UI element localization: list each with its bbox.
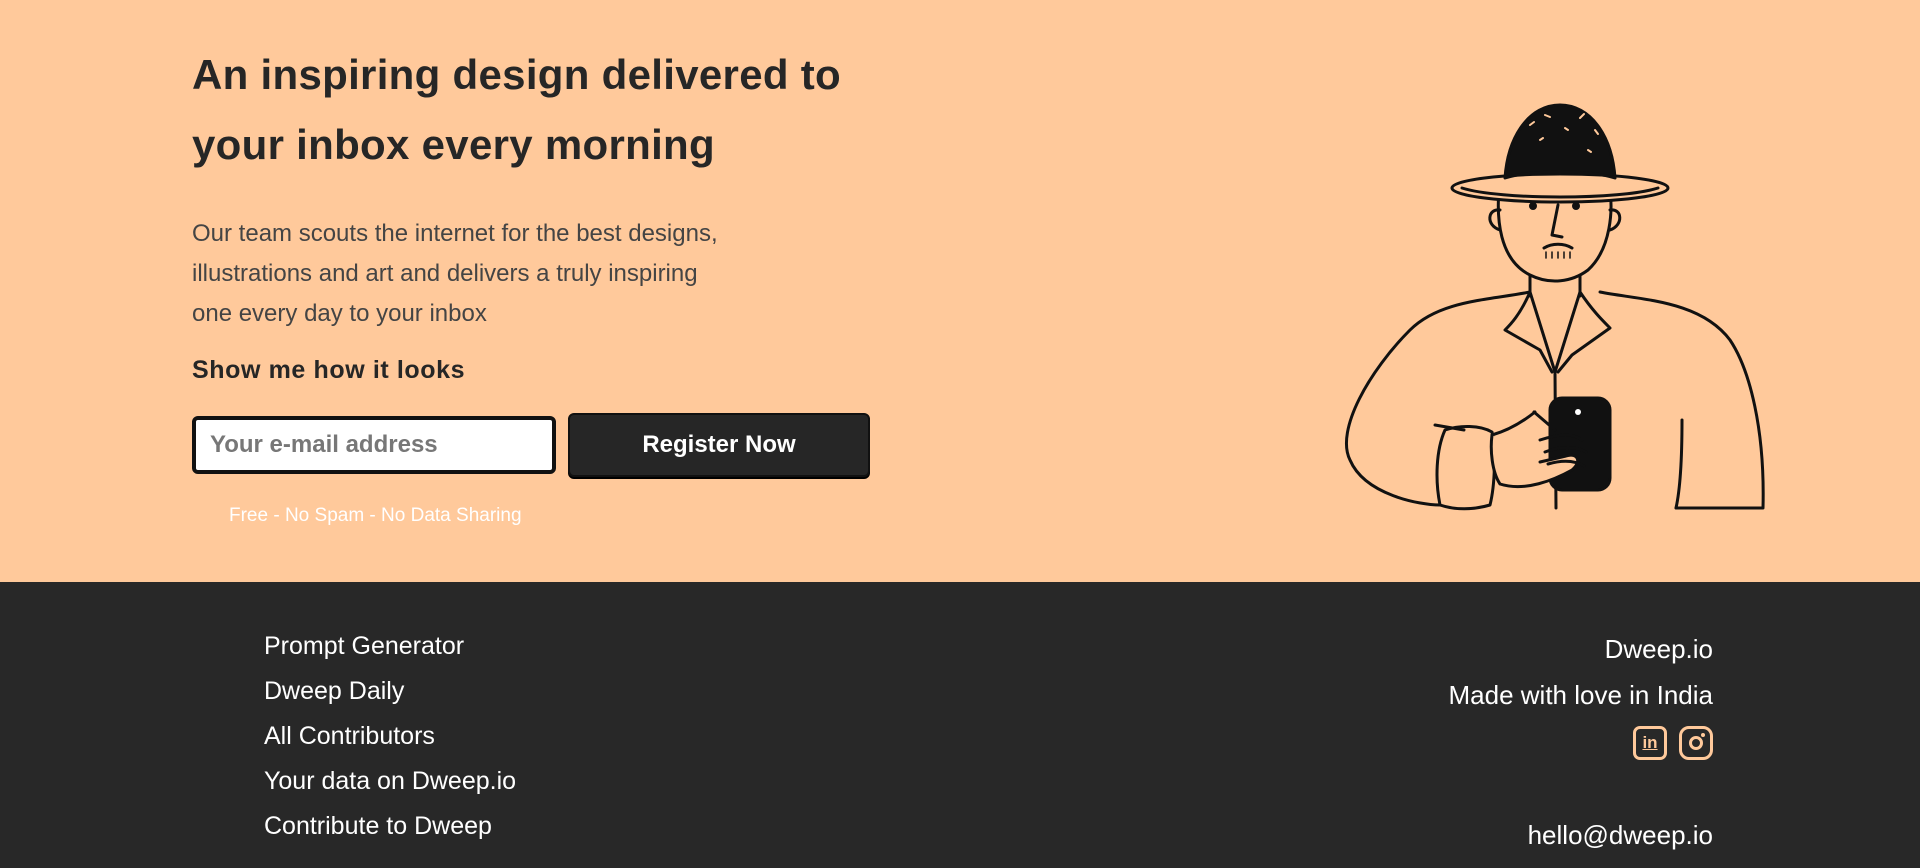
signup-form: Register Now — [192, 413, 892, 477]
hero-content: An inspiring design delivered to your in… — [192, 40, 892, 527]
instagram-icon[interactable] — [1679, 726, 1713, 760]
instagram-dot — [1701, 733, 1705, 737]
footer-link-all-contributors[interactable]: All Contributors — [264, 714, 516, 759]
newsletter-hero: An inspiring design delivered to your in… — [0, 0, 1920, 582]
hero-description: Our team scouts the internet for the bes… — [192, 214, 772, 334]
privacy-note: Free - No Spam - No Data Sharing — [229, 505, 522, 526]
headline-line-1: An inspiring design delivered to — [192, 51, 842, 98]
cta-title: Show me how it looks — [192, 356, 466, 384]
footer-link-contribute[interactable]: Contribute to Dweep — [264, 804, 516, 849]
man-with-phone-illustration — [1344, 103, 1765, 511]
footer-nav: Prompt Generator Dweep Daily All Contrib… — [264, 624, 516, 849]
contact-email-link[interactable]: hello@dweep.io — [1528, 820, 1713, 851]
email-input[interactable] — [192, 416, 556, 474]
headline-line-2: your inbox every morning — [192, 121, 715, 168]
instagram-lens — [1689, 736, 1703, 750]
footer-link-dweep-daily[interactable]: Dweep Daily — [264, 669, 516, 714]
footer-tagline: Made with love in India — [1448, 680, 1713, 710]
footer-brand: Dweep.io — [1604, 634, 1713, 664]
description-line-1: Our team scouts the internet for the bes… — [192, 220, 718, 247]
footer-brand-block: Dweep.io Made with love in India in — [1449, 626, 1713, 760]
footer-link-your-data[interactable]: Your data on Dweep.io — [264, 759, 516, 804]
linkedin-icon-label: in — [1642, 733, 1658, 752]
site-footer: Prompt Generator Dweep Daily All Contrib… — [0, 582, 1920, 868]
footer-link-prompt-generator[interactable]: Prompt Generator — [264, 624, 516, 669]
register-button[interactable]: Register Now — [568, 413, 870, 477]
description-line-3: one every day to your inbox — [192, 300, 487, 327]
linkedin-icon[interactable]: in — [1633, 726, 1667, 760]
social-links: in — [1449, 726, 1713, 760]
description-line-2: illustrations and art and delivers a tru… — [192, 260, 698, 287]
hero-headline: An inspiring design delivered to your in… — [192, 40, 892, 180]
